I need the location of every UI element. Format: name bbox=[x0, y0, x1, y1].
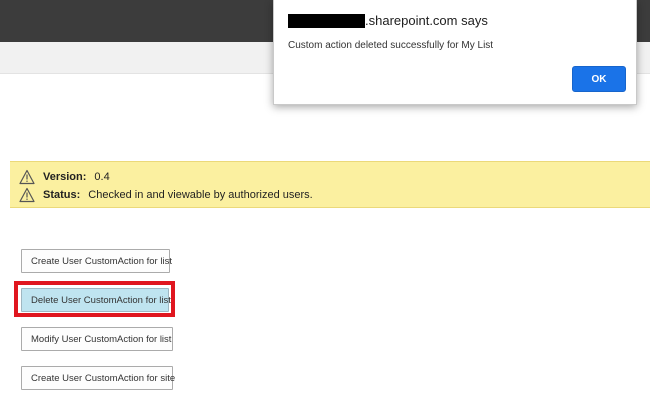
modify-list-customaction-button[interactable]: Modify User CustomAction for list bbox=[21, 327, 173, 351]
status-banner: Version: 0.4 Status: Checked in and view… bbox=[10, 161, 650, 208]
dialog-message: Custom action deleted successfully for M… bbox=[288, 40, 494, 51]
version-value: 0.4 bbox=[94, 171, 110, 183]
create-site-customaction-button[interactable]: Create User CustomAction for site bbox=[21, 366, 175, 390]
version-row: Version: 0.4 bbox=[19, 169, 110, 185]
dialog-title: .sharepoint.com says bbox=[288, 13, 488, 28]
version-label: Version: bbox=[43, 171, 87, 183]
redacted-domain bbox=[288, 13, 365, 28]
highlight-box bbox=[14, 281, 175, 317]
ok-button[interactable]: OK bbox=[572, 66, 626, 92]
status-row: Status: Checked in and viewable by autho… bbox=[19, 187, 313, 203]
warning-icon bbox=[19, 169, 35, 185]
alert-dialog: .sharepoint.com says Custom action delet… bbox=[273, 0, 637, 105]
status-label: Status: bbox=[43, 189, 81, 201]
create-list-customaction-button[interactable]: Create User CustomAction for list bbox=[21, 249, 172, 273]
warning-icon bbox=[19, 187, 35, 203]
status-value: Checked in and viewable by authorized us… bbox=[88, 189, 313, 201]
dialog-title-text: .sharepoint.com says bbox=[365, 13, 488, 28]
